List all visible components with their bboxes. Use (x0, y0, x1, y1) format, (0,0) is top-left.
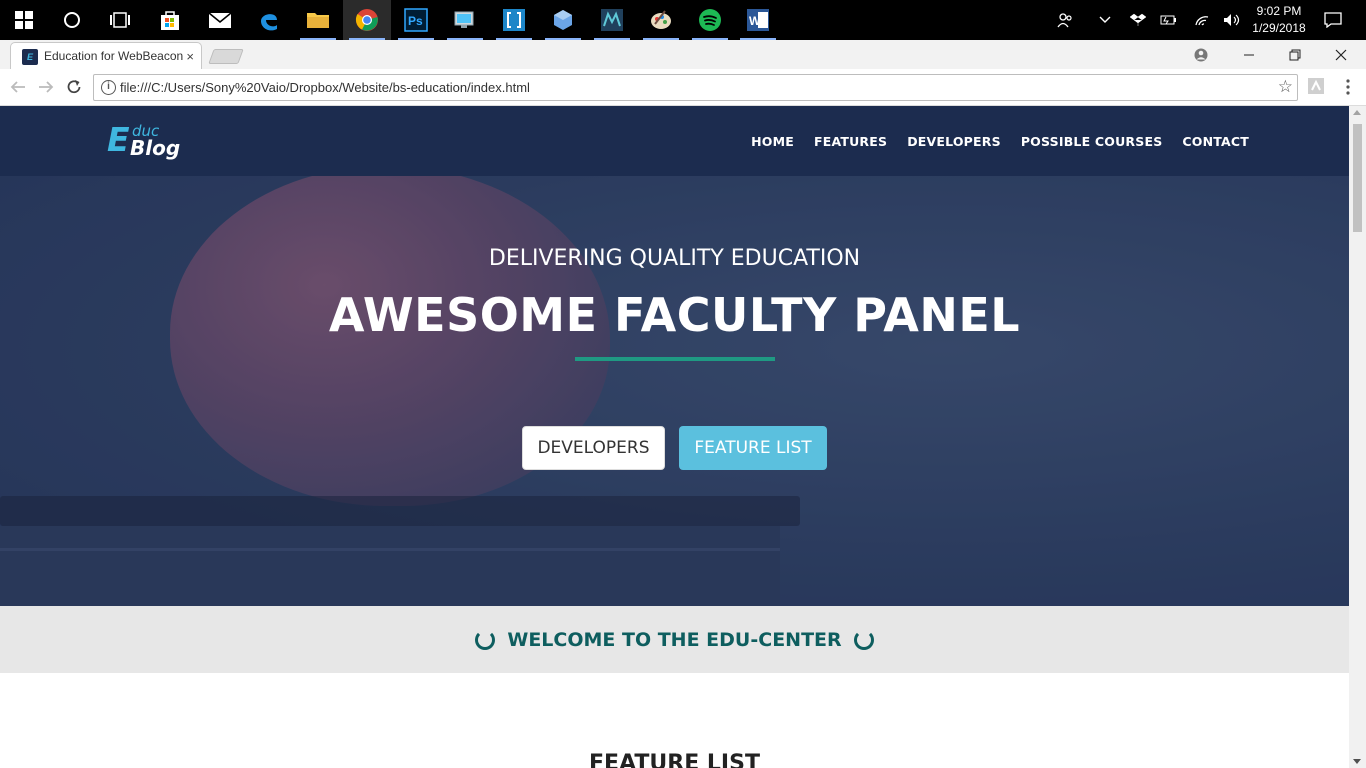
profile-icon[interactable] (1178, 40, 1224, 69)
hero-overlay (0, 176, 1349, 606)
address-bar[interactable]: i file:///C:/Users/Sony%20Vaio/Dropbox/W… (93, 74, 1298, 101)
nav-developers[interactable]: DEVELOPERS (907, 134, 1001, 149)
volume-icon[interactable] (1220, 0, 1244, 40)
control-panel-icon[interactable] (441, 0, 489, 40)
site-favicon: E (22, 49, 38, 65)
logo-letter-e: E (107, 120, 130, 159)
welcome-text: WELCOME TO THE EDU-CENTER (507, 628, 842, 651)
nav-home[interactable]: HOME (751, 134, 794, 149)
site-navbar: E duc Blog HOME FEATURES DEVELOPERS POSS… (0, 106, 1349, 176)
system-clock[interactable]: 9:02 PM 1/29/2018 (1244, 3, 1314, 37)
browser-tabstrip: E Education for WebBeacon × (0, 40, 1366, 69)
info-icon[interactable]: i (101, 80, 116, 95)
photoshop-icon[interactable]: Ps (392, 0, 440, 40)
chevron-up-icon[interactable] (1093, 0, 1117, 40)
bookmark-star-icon[interactable]: ☆ (1278, 78, 1293, 97)
nav-features[interactable]: FEATURES (814, 134, 887, 149)
edge-icon[interactable] (245, 0, 293, 40)
back-arrow-icon[interactable] (8, 77, 28, 97)
forward-arrow-icon[interactable] (36, 77, 56, 97)
hero-subtitle: DELIVERING QUALITY EDUCATION (488, 246, 861, 271)
mail-icon[interactable] (196, 0, 244, 40)
tab-close-icon[interactable]: × (186, 49, 194, 64)
logo-blog: Blog (130, 136, 181, 160)
hero-divider (575, 357, 775, 361)
site-logo[interactable]: E duc Blog (107, 120, 181, 166)
paint-icon[interactable] (637, 0, 685, 40)
spinner-icon (475, 629, 496, 650)
welcome-banner: WELCOME TO THE EDU-CENTER (0, 606, 1349, 673)
wifi-icon[interactable] (1190, 0, 1214, 40)
file-explorer-icon[interactable] (294, 0, 342, 40)
scroll-down-arrow-icon[interactable] (1353, 759, 1361, 764)
brackets-icon[interactable] (490, 0, 538, 40)
browser-tab[interactable]: E Education for WebBeacon × (10, 42, 202, 69)
nav-contact[interactable]: CONTACT (1182, 134, 1249, 149)
store-icon[interactable] (146, 0, 194, 40)
close-window-icon[interactable] (1318, 40, 1364, 69)
scrollbar-thumb[interactable] (1353, 124, 1362, 232)
notification-icon[interactable] (1318, 0, 1348, 40)
clock-time: 9:02 PM (1256, 4, 1302, 18)
developers-button[interactable]: DEVELOPERS (522, 426, 665, 470)
cortana-icon[interactable] (48, 0, 96, 40)
word-icon[interactable]: W (734, 0, 782, 40)
dropbox-icon[interactable] (1126, 0, 1150, 40)
scroll-up-arrow-icon[interactable] (1353, 110, 1361, 115)
feature-list-heading: FEATURE LIST (589, 751, 760, 768)
task-view-icon[interactable] (96, 0, 144, 40)
svg-text:Ps: Ps (408, 14, 423, 28)
spinner-icon (853, 629, 874, 650)
spotify-icon[interactable] (686, 0, 734, 40)
people-icon[interactable] (1052, 0, 1078, 40)
chrome-icon[interactable] (343, 0, 391, 40)
minimize-icon[interactable] (1226, 40, 1272, 69)
svg-text:W: W (749, 14, 761, 28)
clock-date: 1/29/2018 (1252, 21, 1306, 35)
feature-list-button[interactable]: FEATURE LIST (679, 426, 827, 470)
battery-icon[interactable] (1157, 0, 1181, 40)
maya-icon[interactable] (588, 0, 636, 40)
hero-section: DELIVERING QUALITY EDUCATION AWESOME FAC… (0, 176, 1349, 606)
page-scrollbar[interactable] (1349, 106, 1366, 768)
site-nav-links: HOME FEATURES DEVELOPERS POSSIBLE COURSE… (731, 106, 1249, 176)
extension-icon[interactable] (1306, 76, 1326, 96)
new-tab-button[interactable] (208, 49, 244, 64)
reload-icon[interactable] (64, 77, 84, 97)
tab-title: Education for WebBeacon (44, 49, 184, 63)
nav-possible-courses[interactable]: POSSIBLE COURSES (1021, 134, 1163, 149)
windows-start-icon[interactable] (0, 0, 48, 40)
web-page: E duc Blog HOME FEATURES DEVELOPERS POSS… (0, 106, 1349, 768)
restore-icon[interactable] (1272, 40, 1318, 69)
virtualbox-icon[interactable] (539, 0, 587, 40)
hero-title: AWESOME FACULTY PANEL (328, 288, 1021, 342)
browser-toolbar: i file:///C:/Users/Sony%20Vaio/Dropbox/W… (0, 69, 1366, 106)
windows-taskbar: Ps W 9:02 PM 1/29/2018 (0, 0, 1366, 40)
chrome-menu-icon[interactable] (1338, 77, 1358, 97)
url-text[interactable]: file:///C:/Users/Sony%20Vaio/Dropbox/Web… (120, 80, 530, 95)
